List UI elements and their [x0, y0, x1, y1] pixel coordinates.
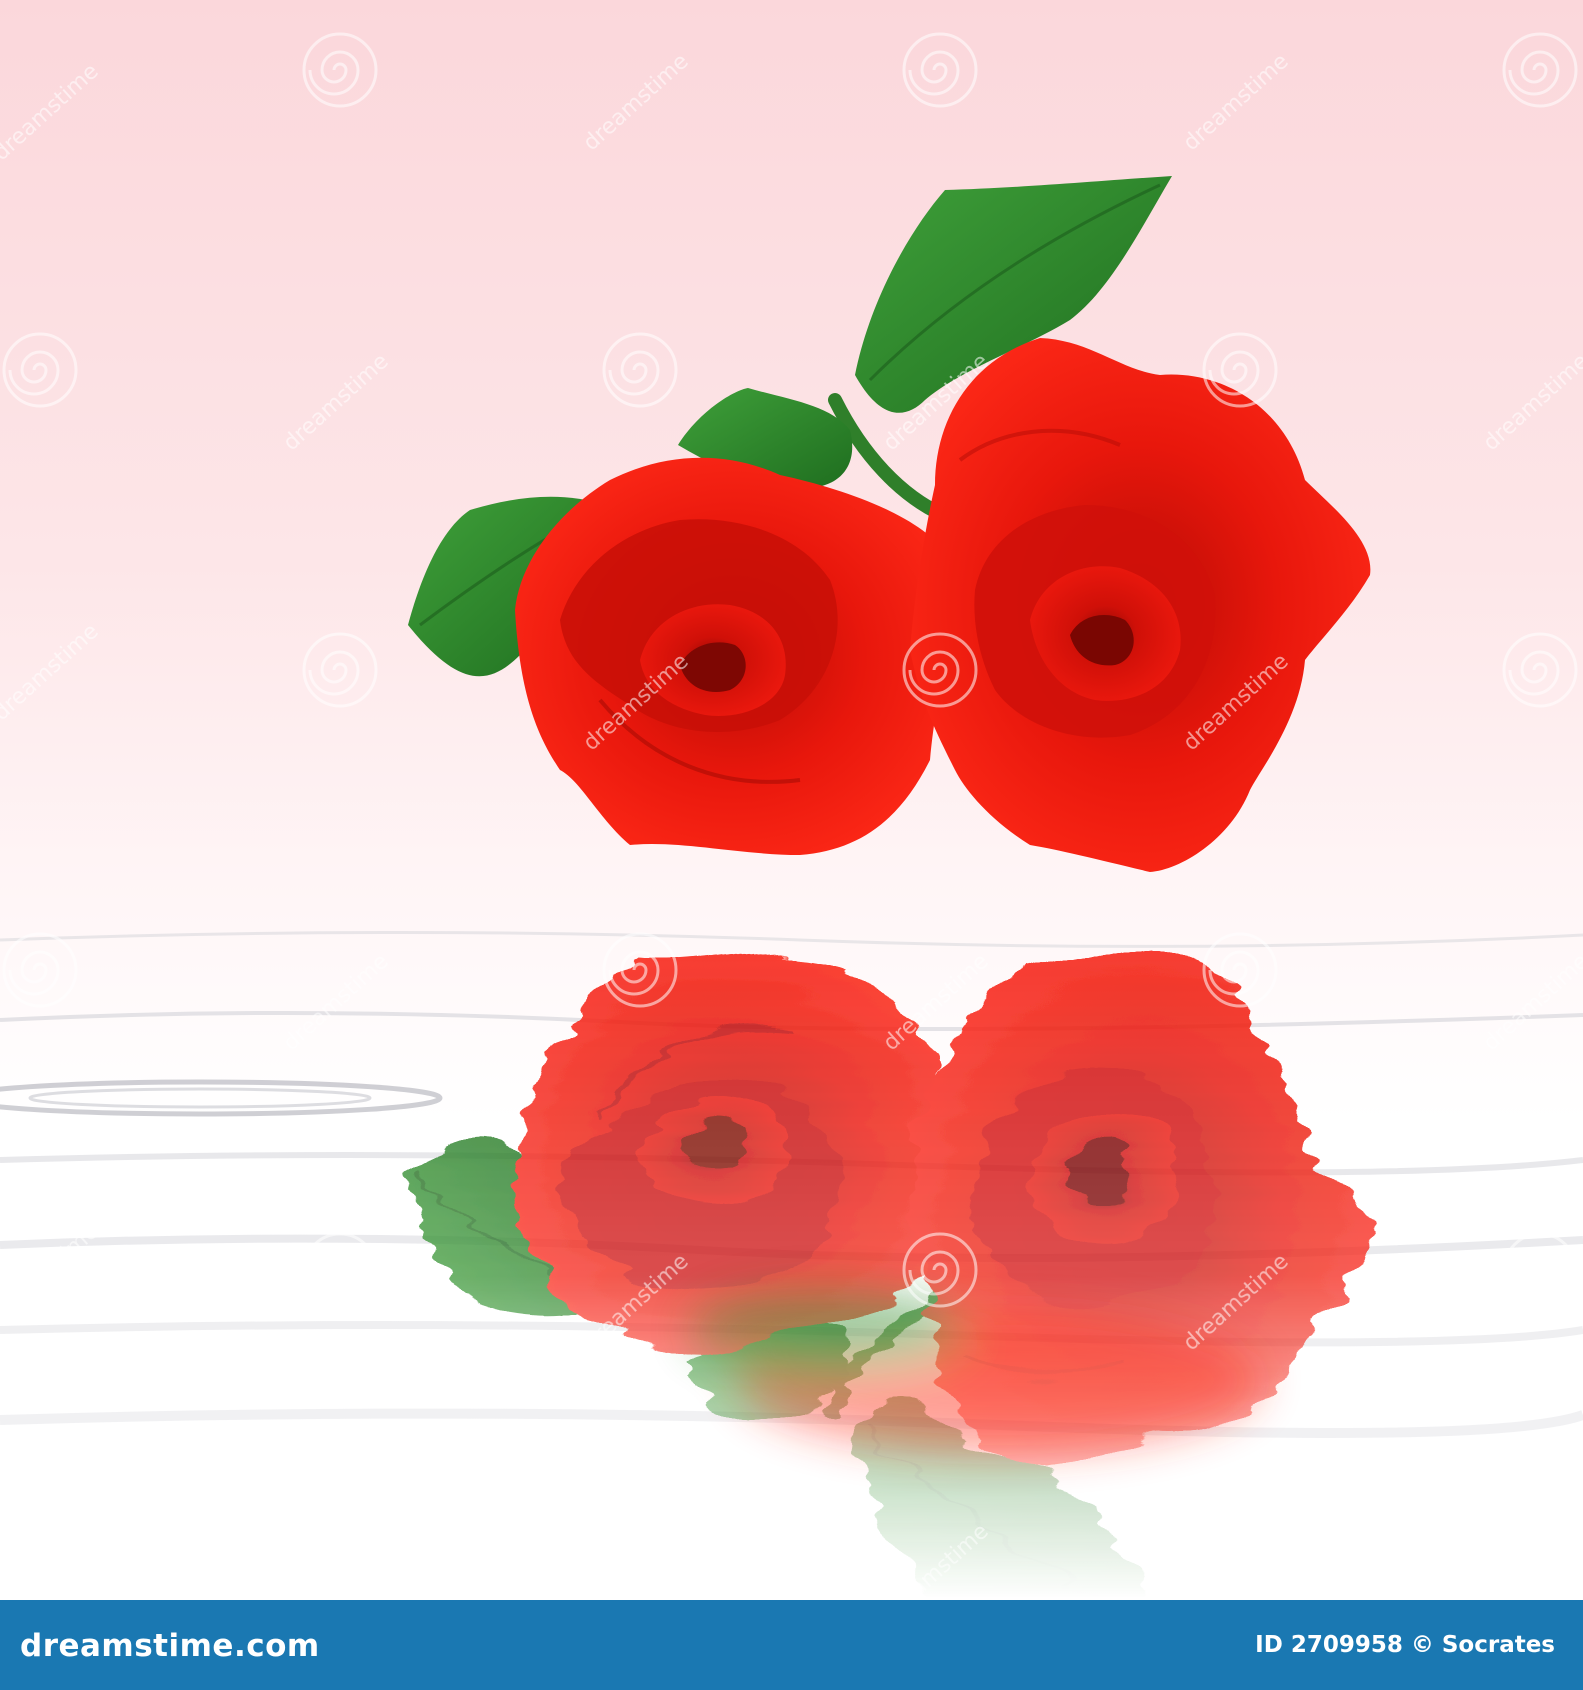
image-credit: ID 2709958 © Socrates — [1255, 1632, 1555, 1658]
footer-bar: dreamstime.com ID 2709958 © Socrates — [0, 1600, 1583, 1690]
photo-scene: dreamstime dreamstime dreamstime dreamst… — [0, 0, 1583, 1600]
brand-logo-text[interactable]: dreamstime.com — [20, 1628, 320, 1664]
